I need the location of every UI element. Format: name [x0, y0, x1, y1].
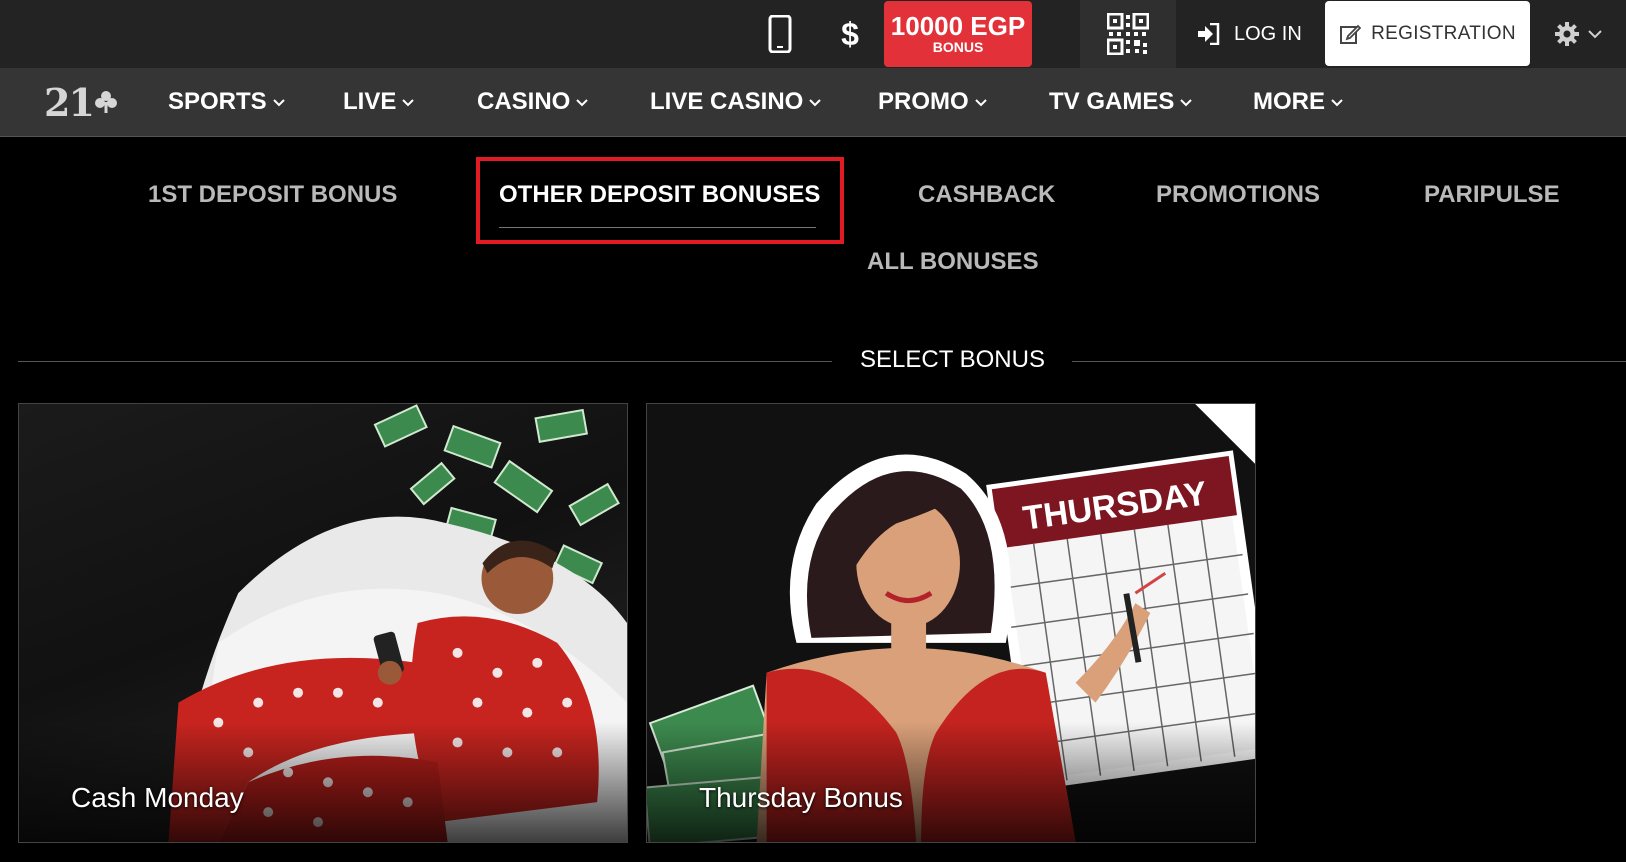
qr-code-icon [1107, 13, 1149, 55]
site-logo[interactable]: 21 [44, 79, 119, 125]
gear-icon [1555, 22, 1579, 46]
section-title: SELECT BONUS [860, 346, 1045, 373]
bonus-label: BONUS [932, 39, 984, 55]
nav-item-label: PROMO [878, 88, 969, 115]
bonus-card-cash-monday[interactable]: Cash Monday [18, 403, 628, 843]
login-label: LOG IN [1234, 22, 1302, 45]
login-button[interactable]: LOG IN [1196, 0, 1302, 68]
subnav-item-promotions[interactable]: PROMOTIONS [1156, 181, 1320, 209]
card-title: Cash Monday [71, 782, 244, 813]
chevron-down-icon [1588, 30, 1602, 39]
nav-item-label: LIVE CASINO [650, 88, 804, 115]
logo-text: 21 [44, 79, 95, 125]
chevron-down-icon [809, 99, 822, 107]
nav-item-label: TV GAMES [1049, 88, 1175, 115]
bonus-button[interactable]: 10000 EGP BONUS [884, 1, 1032, 67]
nav-item-label: CASINO [477, 88, 571, 115]
nav-item-promo[interactable]: PROMO [878, 68, 987, 136]
nav-item-casino[interactable]: CASINO [477, 68, 589, 136]
main-nav: 21 SPORTS LIVE CASINO LIVE CASINO PROMO … [0, 68, 1626, 137]
login-icon [1198, 23, 1220, 45]
top-bar: $ 10000 EGP BONUS LOG IN REGISTRATION [0, 0, 1626, 68]
nav-item-more[interactable]: MORE [1253, 68, 1343, 136]
chevron-down-icon [1180, 99, 1193, 107]
subnav-item-all-bonuses[interactable]: ALL BONUSES [867, 248, 1039, 276]
bonus-card-thursday-bonus[interactable]: THURSDAY Thursday Bonus [646, 403, 1256, 843]
currency-button[interactable]: $ [832, 0, 868, 68]
chevron-down-icon [1331, 99, 1343, 107]
chevron-down-icon [272, 99, 285, 107]
edit-icon [1340, 24, 1362, 44]
active-tab-underline [499, 227, 816, 228]
subnav-item-1st-deposit-bonus[interactable]: 1ST DEPOSIT BONUS [148, 181, 397, 209]
nav-item-label: MORE [1253, 88, 1325, 115]
chevron-down-icon [576, 99, 589, 107]
bonus-amount: 10000 EGP [890, 11, 1026, 41]
settings-button[interactable] [1554, 0, 1602, 68]
mobile-app-link[interactable] [760, 0, 800, 68]
chevron-down-icon [974, 99, 987, 107]
registration-button[interactable]: REGISTRATION [1325, 1, 1530, 66]
nav-item-live-casino[interactable]: LIVE CASINO [650, 68, 822, 136]
registration-label: REGISTRATION [1371, 22, 1516, 44]
mobile-phone-icon [768, 15, 792, 53]
nav-item-label: LIVE [343, 88, 397, 115]
chevron-down-icon [402, 99, 415, 107]
section-divider-left [18, 361, 832, 362]
qr-code-button[interactable] [1080, 0, 1176, 68]
nav-item-sports[interactable]: SPORTS [168, 68, 285, 136]
subnav-item-cashback[interactable]: CASHBACK [918, 181, 1055, 209]
nav-item-tv-games[interactable]: TV GAMES [1049, 68, 1193, 136]
subnav-item-paripulse[interactable]: PARIPULSE [1424, 181, 1560, 209]
card-title: Thursday Bonus [699, 782, 903, 813]
section-divider-right [1072, 361, 1626, 362]
clover-icon [94, 91, 117, 113]
nav-item-label: SPORTS [168, 88, 267, 115]
subnav-item-other-deposit-bonuses[interactable]: OTHER DEPOSIT BONUSES [499, 181, 820, 209]
nav-item-live[interactable]: LIVE [343, 68, 415, 136]
